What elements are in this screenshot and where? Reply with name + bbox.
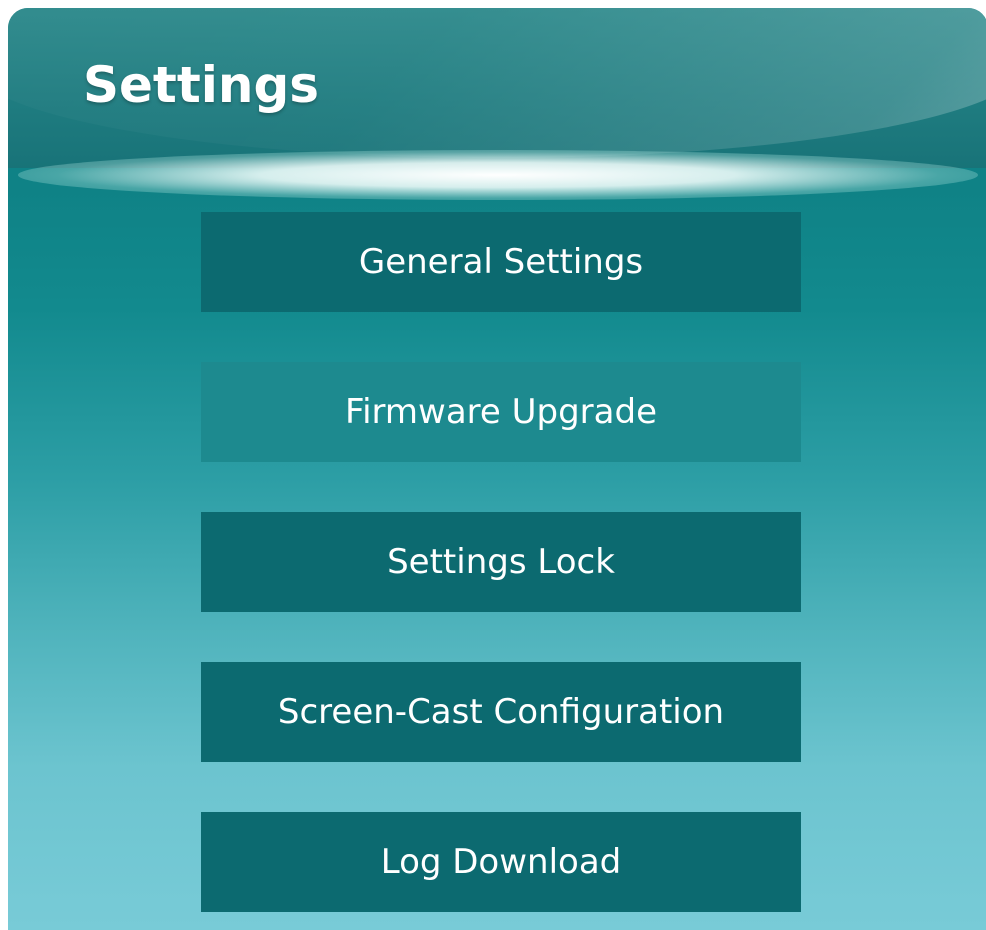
general-settings-button[interactable]: General Settings (201, 212, 801, 312)
firmware-upgrade-button[interactable]: Firmware Upgrade (201, 362, 801, 462)
page-title: Settings (83, 56, 320, 114)
settings-panel: Settings General Settings Firmware Upgra… (8, 8, 986, 930)
settings-lock-button[interactable]: Settings Lock (201, 512, 801, 612)
header-divider-glow (18, 150, 978, 200)
log-download-button[interactable]: Log Download (201, 812, 801, 912)
header-bar: Settings (8, 8, 986, 168)
screen-cast-configuration-button[interactable]: Screen-Cast Configuration (201, 662, 801, 762)
